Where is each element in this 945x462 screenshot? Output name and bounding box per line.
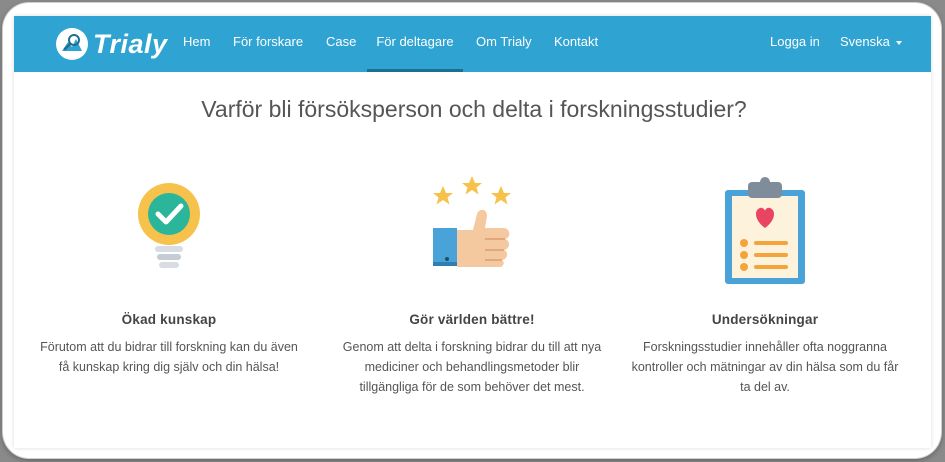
feature-title: Undersökningar xyxy=(711,312,819,327)
brand-logo[interactable]: Trialy xyxy=(56,22,168,66)
nav-item-case[interactable]: Case xyxy=(326,16,356,72)
clipboard-heart-icon xyxy=(620,176,910,286)
login-link[interactable]: Logga in xyxy=(770,16,820,72)
lightbulb-check-icon xyxy=(24,176,314,286)
thumbs-up-stars-icon xyxy=(327,176,617,286)
feature-okad-kunskap: Ökad kunskap Förutom att du bidrar till … xyxy=(24,176,314,377)
browser-frame: Trialy Hem För forskare Case För deltaga… xyxy=(3,3,941,458)
feature-gor-varlden-battre: Gör världen bättre! Genom att delta i fo… xyxy=(327,176,617,397)
navbar: Trialy Hem För forskare Case För deltaga… xyxy=(14,16,931,72)
brand-name: Trialy xyxy=(93,28,168,59)
nav-item-om-trialy[interactable]: Om Trialy xyxy=(476,16,532,72)
web-page: Trialy Hem För forskare Case För deltaga… xyxy=(14,16,931,448)
feature-undersokningar: Undersökningar Forskningsstudier innehål… xyxy=(620,176,910,397)
feature-text: Genom att delta i forskning bidrar du ti… xyxy=(342,340,602,394)
page-headline: Varför bli försöksperson och delta i for… xyxy=(201,96,747,122)
caret-down-icon xyxy=(895,40,902,45)
feature-title: Gör världen bättre! xyxy=(409,312,535,327)
nav-item-for-forskare[interactable]: För forskare xyxy=(233,16,303,72)
feature-text: Forskningsstudier innehåller ofta noggra… xyxy=(631,340,899,394)
nav-item-for-deltagare[interactable]: För deltagare xyxy=(367,16,463,72)
language-dropdown[interactable]: Svenska xyxy=(840,16,902,72)
feature-text: Förutom att du bidrar till forskning kan… xyxy=(40,340,298,374)
trialy-logo-icon xyxy=(56,28,88,60)
language-label: Svenska xyxy=(840,34,890,49)
nav-item-hem[interactable]: Hem xyxy=(183,16,210,72)
feature-title: Ökad kunskap xyxy=(121,312,217,327)
nav-item-kontakt[interactable]: Kontakt xyxy=(554,16,598,72)
